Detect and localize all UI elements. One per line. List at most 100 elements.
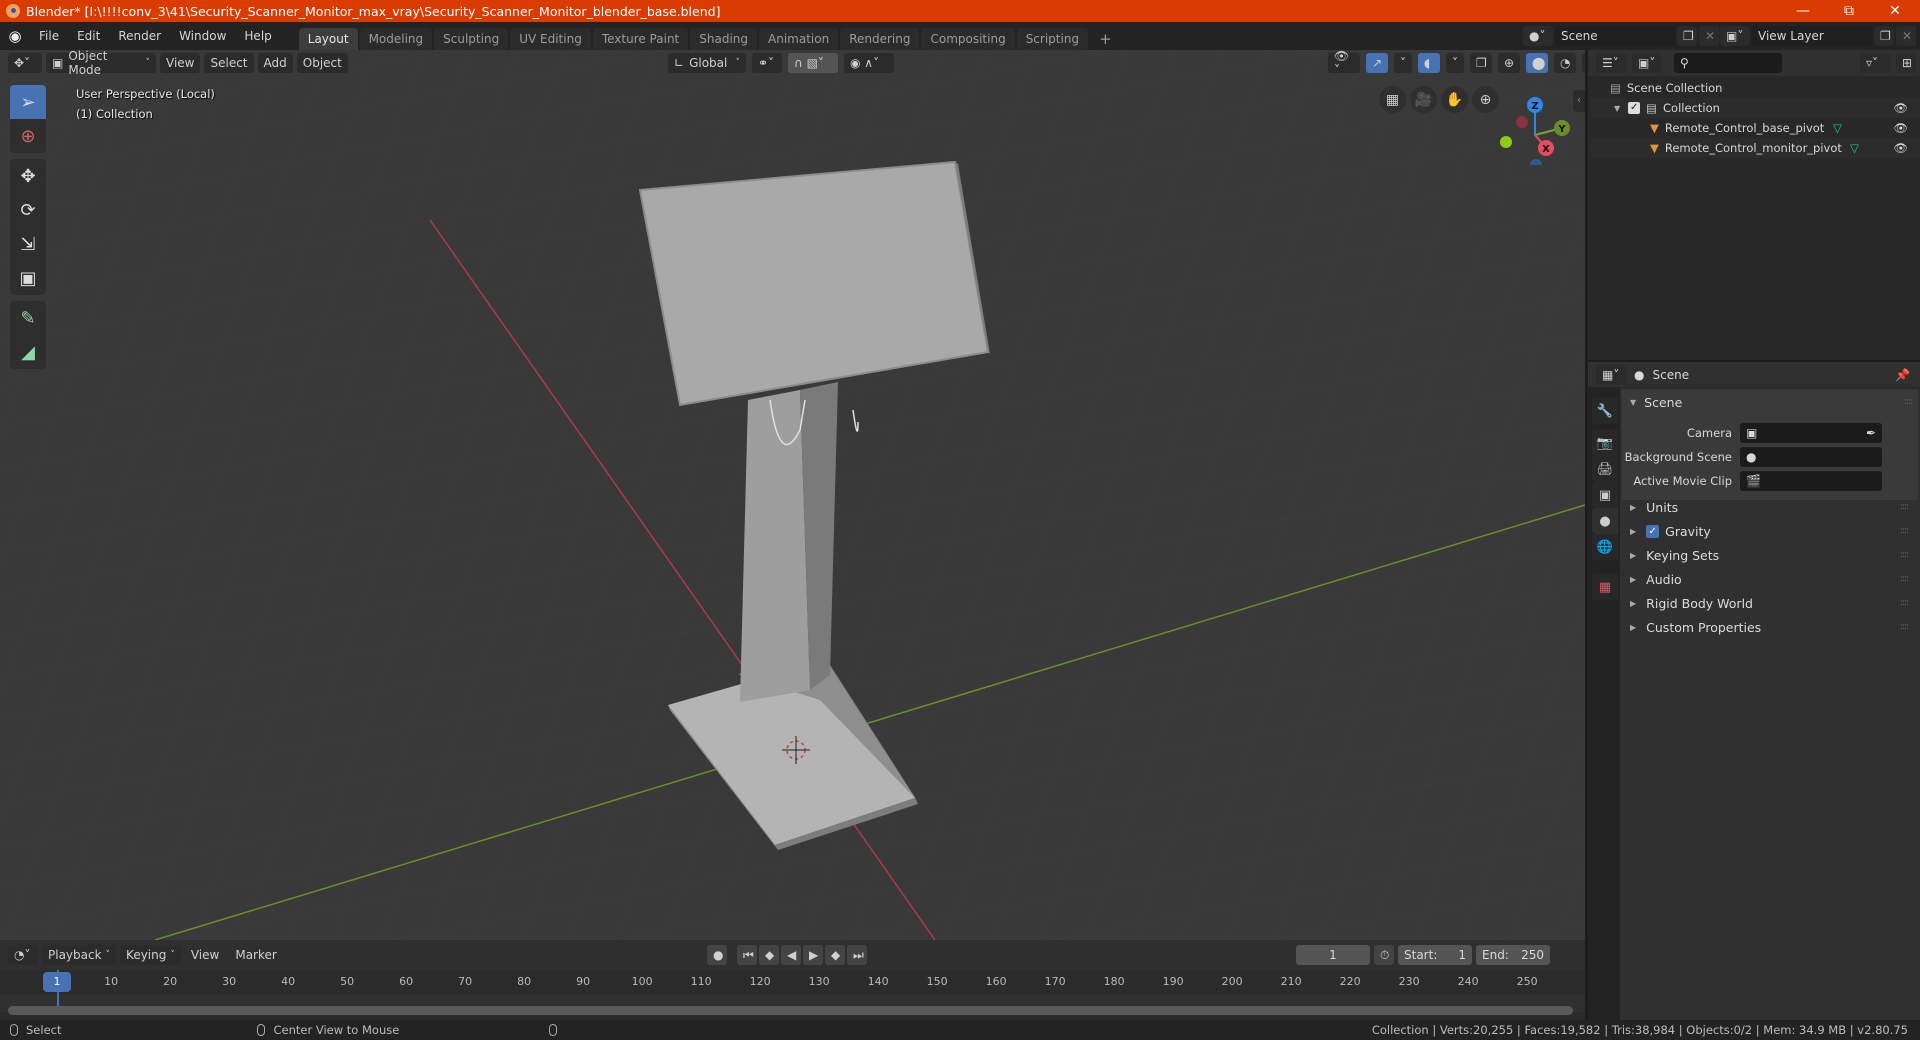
tab-animation[interactable]: Animation <box>759 28 839 50</box>
pivot-point-icon[interactable]: ⚭˅ <box>752 53 782 73</box>
jump-start-icon[interactable]: ⏮ <box>737 945 757 965</box>
menu-view[interactable]: View <box>160 53 201 73</box>
minimize-icon[interactable]: — <box>1780 0 1826 22</box>
timeline-ruler[interactable]: 10 20 30 40 50 60 70 80 90 100 110 120 130 140 150 160 1… <box>0 970 1585 994</box>
tool-settings-tab[interactable]: 🔧 <box>1592 398 1618 424</box>
scene-panel-header[interactable]: ▼ Scene :::: <box>1622 390 1918 414</box>
timeline-scrollbar[interactable] <box>8 1006 1573 1015</box>
close-icon[interactable]: ✕ <box>1872 0 1918 22</box>
outliner-editor-type-icon[interactable]: ☰˅ <box>1596 53 1626 73</box>
playback-dropdown[interactable]: Playback ˅ <box>42 945 117 965</box>
drag-handle-icon[interactable]: :::: <box>1900 622 1909 632</box>
jump-end-icon[interactable]: ⏭ <box>847 945 867 965</box>
sidebar-toggle-icon[interactable]: ‹ <box>1573 90 1585 112</box>
menu-object[interactable]: Object <box>296 53 348 73</box>
grid-view-icon[interactable]: ▦ <box>1379 86 1406 113</box>
record-icon[interactable]: ● <box>707 945 727 965</box>
play-icon[interactable]: ▶ <box>803 945 823 965</box>
timeline-editor-type-icon[interactable]: ◔˅ <box>8 945 38 965</box>
menu-window[interactable]: Window <box>170 22 235 50</box>
maximize-icon[interactable]: ⧉ <box>1826 0 1872 22</box>
gizmo-neg-x[interactable] <box>1516 116 1528 128</box>
tab-compositing[interactable]: Compositing <box>921 28 1015 50</box>
view-layer-tab[interactable]: ▣ <box>1592 482 1618 508</box>
collection-checkbox[interactable]: ✓ <box>1628 102 1641 114</box>
new-view-layer-icon[interactable]: ❐ <box>1874 26 1894 46</box>
outliner-search-input[interactable]: ⚲ <box>1674 53 1782 73</box>
filter-icon[interactable]: ▿˅ <box>1860 53 1890 73</box>
drag-handle-icon[interactable]: :::: <box>1904 397 1913 407</box>
cursor-icon[interactable]: ⊕ <box>10 119 46 153</box>
menu-file[interactable]: File <box>30 22 68 50</box>
scene-tab[interactable]: ● <box>1592 508 1618 534</box>
object-mode-dropdown[interactable]: ▣ Object Mode ˅ <box>46 50 156 77</box>
measure-icon[interactable]: ◢ <box>10 335 46 369</box>
texture-tab[interactable]: ▦ <box>1592 574 1618 600</box>
drag-handle-icon[interactable]: :::: <box>1900 502 1909 512</box>
units-panel[interactable]: ▶ Units :::: <box>1622 496 1914 518</box>
menu-view[interactable]: View <box>185 945 225 965</box>
tab-scripting[interactable]: Scripting <box>1016 28 1089 50</box>
navigation-gizmo[interactable]: Z Y X <box>1490 85 1570 165</box>
solid-shading-icon[interactable]: ⬤ <box>1526 53 1548 73</box>
play-reverse-icon[interactable]: ◀ <box>781 945 801 965</box>
start-frame-field[interactable]: Start: 1 <box>1398 945 1472 965</box>
rigid-body-world-panel[interactable]: ▶ Rigid Body World :::: <box>1622 592 1914 614</box>
gravity-checkbox[interactable]: ✓ <box>1646 524 1660 538</box>
mesh-data-icon[interactable]: ▽ <box>1833 121 1842 135</box>
transform-orientation-dropdown[interactable]: ∟ Global ˅ <box>668 53 746 73</box>
delete-view-layer-icon[interactable]: ✕ <box>1896 26 1916 46</box>
camera-field[interactable]: ▣ ✒ <box>1740 423 1882 443</box>
eyedropper-icon[interactable]: ✒ <box>1866 426 1876 440</box>
menu-select[interactable]: Select <box>204 53 254 73</box>
gizmo-neg-z[interactable] <box>1530 159 1542 165</box>
audio-panel[interactable]: ▶ Audio :::: <box>1622 568 1914 590</box>
expand-arrow-icon[interactable]: ▼ <box>1614 104 1620 113</box>
properties-editor-type-icon[interactable]: ▦˅ <box>1596 364 1626 385</box>
move-icon[interactable]: ✥ <box>10 159 46 193</box>
blender-menu-icon[interactable]: ◉ <box>0 27 30 45</box>
eye-icon[interactable]: 👁 <box>1893 101 1908 115</box>
custom-properties-panel[interactable]: ▶ Custom Properties :::: <box>1622 616 1914 638</box>
current-frame-indicator[interactable]: 1 <box>43 972 71 992</box>
rendered-shading-icon[interactable]: ◯ <box>1582 53 1585 73</box>
end-frame-field[interactable]: End: 250 <box>1476 945 1550 965</box>
outliner-collection-row[interactable]: ▼ ✓ ▤ Collection 👁 <box>1588 98 1920 118</box>
menu-render[interactable]: Render <box>109 22 170 50</box>
active-movie-clip-field[interactable]: 🎬 <box>1740 471 1882 491</box>
outliner-scene-collection[interactable]: ▤ Scene Collection <box>1588 78 1920 98</box>
drag-handle-icon[interactable]: :::: <box>1900 598 1909 608</box>
new-collection-icon[interactable]: ⊞ <box>1896 53 1916 73</box>
delete-scene-icon[interactable]: ✕ <box>1699 26 1719 46</box>
overlay-toggle-icon[interactable]: ◖ <box>1418 53 1440 73</box>
render-tab[interactable]: 📷 <box>1592 430 1618 456</box>
xray-toggle-icon[interactable]: ❐ <box>1470 53 1492 73</box>
drag-handle-icon[interactable]: :::: <box>1900 526 1909 536</box>
mesh-data-icon[interactable]: ▽ <box>1850 141 1859 155</box>
3d-viewport[interactable]: ✥˅ ▣ Object Mode ˅ View Select Add Objec… <box>0 50 1585 940</box>
output-tab[interactable]: 🖨 <box>1592 456 1618 482</box>
tab-sculpting[interactable]: Sculpting <box>434 28 509 50</box>
current-frame-field[interactable]: 1 <box>1296 945 1370 965</box>
tab-rendering[interactable]: Rendering <box>840 28 920 50</box>
editor-type-icon[interactable]: ✥˅ <box>8 53 42 73</box>
snap-toggle-icon[interactable]: ∩ ▧˅ <box>788 53 838 73</box>
viewport-scene[interactable] <box>0 50 1585 940</box>
visibility-icon[interactable]: 👁˅ <box>1328 50 1360 77</box>
gizmo-neg-y[interactable] <box>1500 136 1512 148</box>
annotate-icon[interactable]: ✎ <box>10 301 46 335</box>
menu-edit[interactable]: Edit <box>68 22 109 50</box>
menu-add[interactable]: Add <box>257 53 293 73</box>
stopwatch-icon[interactable]: ⏱ <box>1374 945 1394 965</box>
pan-hand-icon[interactable]: ✋ <box>1441 86 1468 113</box>
menu-help[interactable]: Help <box>235 22 280 50</box>
gizmo-toggle-icon[interactable]: ↗ <box>1366 53 1388 73</box>
scale-icon[interactable]: ⇲ <box>10 227 46 261</box>
display-mode-icon[interactable]: ▣˅ <box>1632 53 1662 73</box>
view-layer-field[interactable]: View Layer <box>1752 26 1872 46</box>
gravity-panel[interactable]: ▶ ✓ Gravity :::: <box>1622 520 1914 542</box>
new-scene-icon[interactable]: ❐ <box>1677 26 1697 46</box>
eye-icon[interactable]: 👁 <box>1893 121 1908 135</box>
wireframe-shading-icon[interactable]: ⊕ <box>1498 53 1520 73</box>
rotate-icon[interactable]: ⟳ <box>10 193 46 227</box>
